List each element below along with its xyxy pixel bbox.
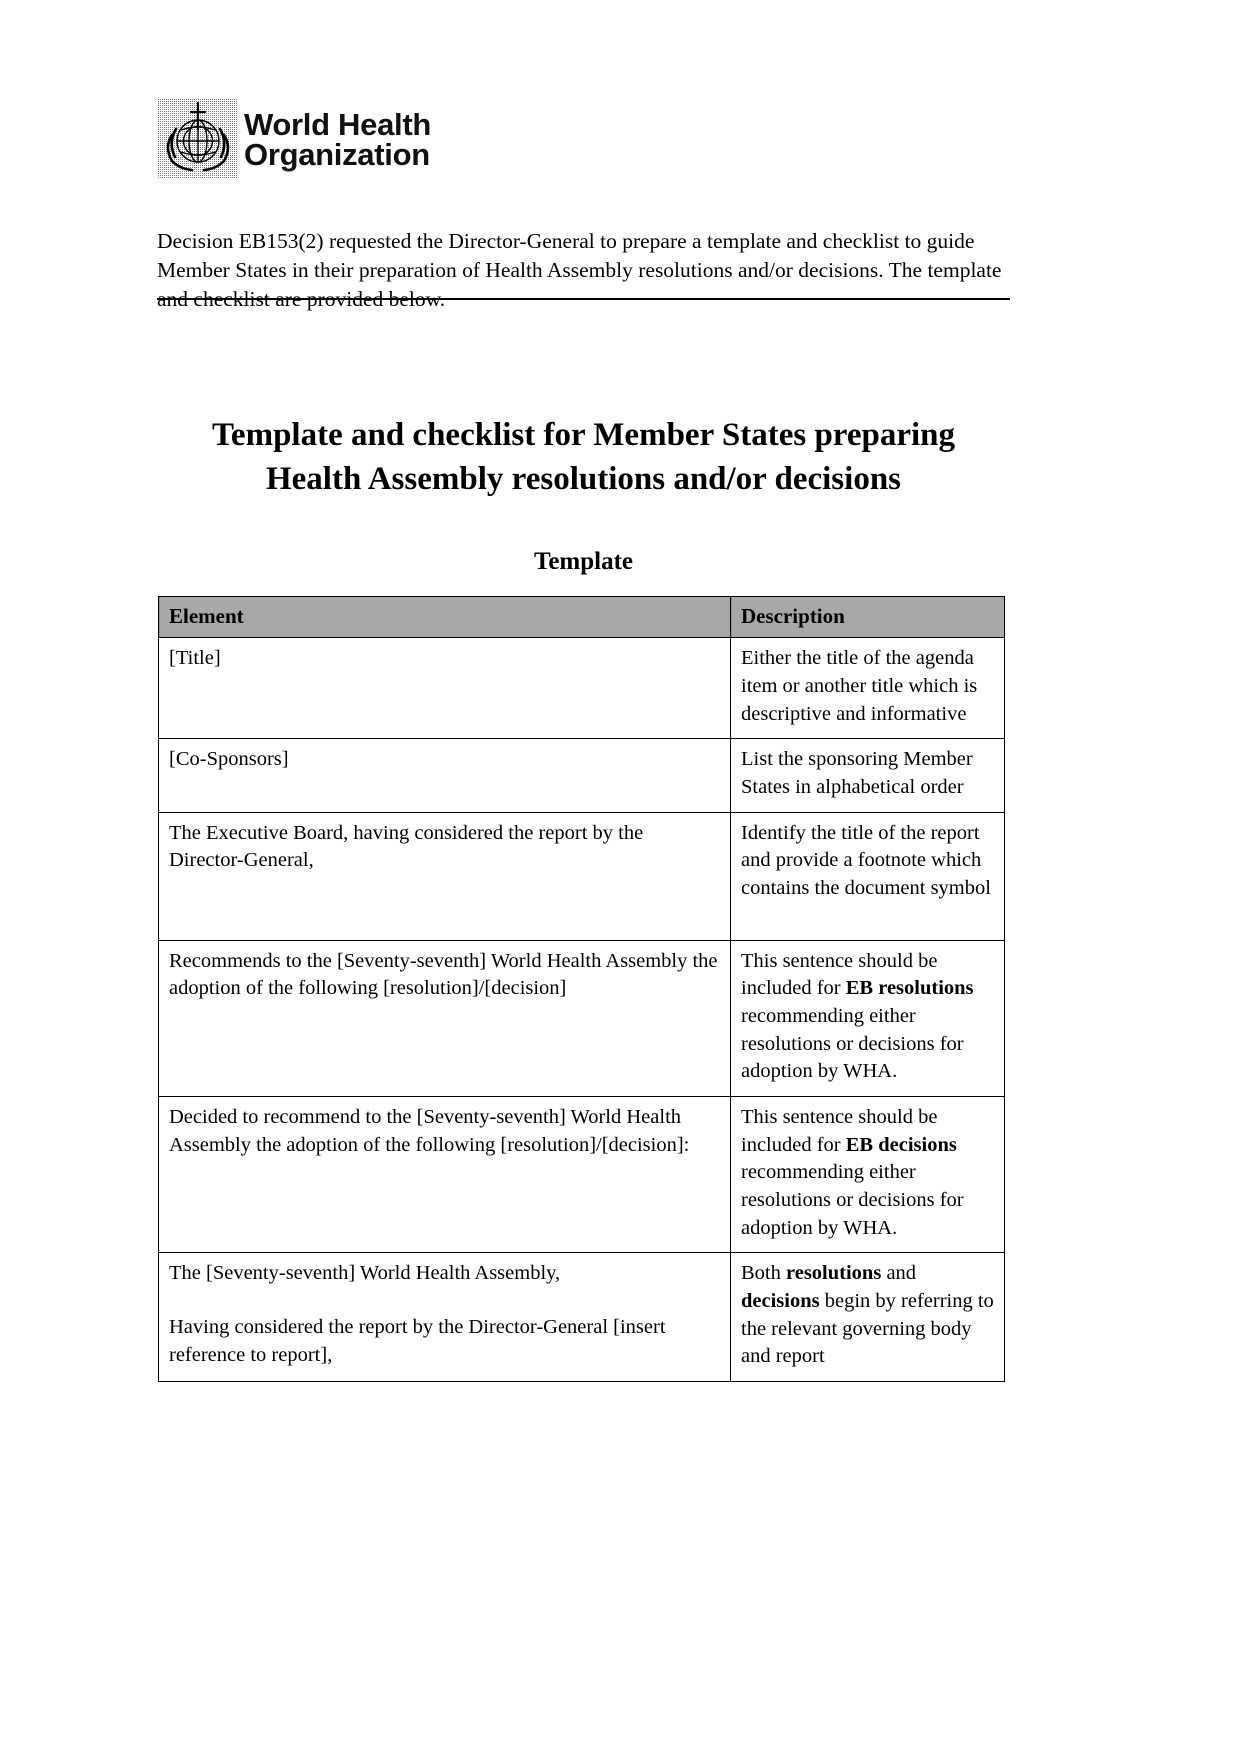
cell-element: Decided to recommend to the [Seventy-sev…: [158, 1096, 731, 1254]
cell-element: The [Seventy-seventh] World Health Assem…: [158, 1252, 731, 1383]
page-title-line2: Health Assembly resolutions and/or decis…: [265, 460, 902, 497]
who-wordmark-line1: World Health: [244, 106, 432, 142]
column-header-description: Description: [730, 595, 1005, 639]
template-table: Element Description [Title] Either the t…: [158, 595, 1005, 1383]
cell-element-line1: The [Seventy-seventh] World Health Assem…: [169, 1262, 561, 1285]
cell-element-line2: Having considered the report by the Dire…: [169, 1316, 666, 1366]
desc-text-post: recommending either resolutions or decis…: [741, 1005, 964, 1083]
desc-text-bold2: decisions: [741, 1290, 820, 1313]
cell-element: Recommends to the [Seventy-seventh] Worl…: [158, 939, 731, 1098]
cell-element: [Title]: [158, 637, 731, 740]
section-heading-template: Template: [533, 547, 634, 575]
who-wordmark: World Health Organization: [244, 108, 431, 171]
page-title: Template and checklist for Member States…: [157, 414, 1010, 501]
cell-element: [Co-Sponsors]: [158, 738, 731, 813]
cell-description: Both resolutions and decisions begin by …: [730, 1252, 1005, 1383]
table-row: The [Seventy-seventh] World Health Assem…: [158, 1252, 1005, 1383]
desc-text-post: recommending either resolutions or decis…: [741, 1161, 964, 1239]
column-header-element: Element: [158, 595, 731, 639]
who-logo: World Health Organization: [158, 98, 431, 180]
table-header-row: Element Description: [158, 595, 1005, 639]
table-row: The Executive Board, having considered t…: [158, 811, 1005, 941]
table-row: Decided to recommend to the [Seventy-sev…: [158, 1096, 1005, 1254]
cell-element: The Executive Board, having considered t…: [158, 811, 731, 941]
desc-text-bold: EB resolutions: [845, 977, 974, 1000]
table-row: [Title] Either the title of the agenda i…: [158, 637, 1005, 740]
document-page: World Health Organization Decision EB153…: [0, 0, 1240, 1754]
cell-description: Identify the title of the report and pro…: [730, 811, 1005, 941]
cell-description: This sentence should be included for EB …: [730, 1096, 1005, 1254]
header-divider: [157, 298, 1010, 300]
desc-text-pre: Both: [741, 1262, 786, 1285]
who-wordmark-line2: Organization: [244, 137, 430, 172]
cell-description: This sentence should be included for EB …: [730, 939, 1005, 1098]
intro-paragraph: Decision EB153(2) requested the Director…: [157, 228, 1002, 311]
cell-description: Either the title of the agenda item or a…: [730, 637, 1005, 740]
table-row: Recommends to the [Seventy-seventh] Worl…: [158, 939, 1005, 1098]
cell-description: List the sponsoring Member States in alp…: [730, 738, 1005, 813]
desc-text-bold: resolutions: [786, 1262, 882, 1285]
who-emblem-icon: [158, 99, 238, 179]
desc-text-bold: EB decisions: [845, 1133, 957, 1156]
page-title-line1: Template and checklist for Member States…: [211, 417, 956, 454]
desc-text-mid: and: [881, 1262, 917, 1285]
table-row: [Co-Sponsors] List the sponsoring Member…: [158, 738, 1005, 813]
